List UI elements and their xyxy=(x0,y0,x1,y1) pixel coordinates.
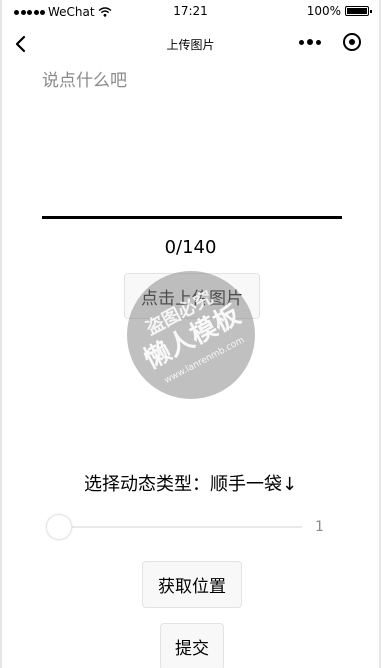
slider-track[interactable] xyxy=(46,526,302,528)
submit-button[interactable]: 提交 xyxy=(160,623,224,668)
mini-program-capsule xyxy=(299,33,361,51)
type-slider[interactable] xyxy=(46,512,302,542)
status-bar: WeChat 17:21 100% xyxy=(2,0,379,24)
battery-icon xyxy=(345,6,372,16)
svg-text:www.lanrenmb.com: www.lanrenmb.com xyxy=(163,335,246,386)
more-dots-icon[interactable] xyxy=(299,39,321,45)
category-selector[interactable]: 选择动态类型：顺手一袋↓ xyxy=(2,470,379,496)
char-counter: 0/140 xyxy=(164,237,217,258)
slider-thumb[interactable] xyxy=(46,514,72,540)
slider-value: 1 xyxy=(315,519,324,535)
get-location-button[interactable]: 获取位置 xyxy=(142,561,242,608)
close-target-icon[interactable] xyxy=(343,33,361,51)
status-right: 100% xyxy=(306,4,372,18)
upload-image-button[interactable]: 点击上传图片 xyxy=(124,273,260,319)
upload-page: WeChat 17:21 100% 上传图片 0/140 点击上传图片 xyxy=(0,0,381,668)
message-textarea[interactable] xyxy=(42,64,342,219)
battery-percent: 100% xyxy=(306,4,341,18)
nav-bar: 上传图片 xyxy=(2,24,379,64)
